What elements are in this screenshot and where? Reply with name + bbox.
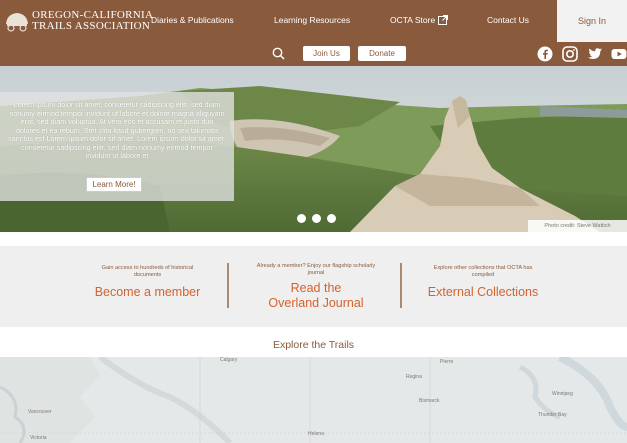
hero-carousel: Lorem ipsum dolor sit amet, consetetur s… bbox=[0, 66, 627, 232]
nav-learning-resources[interactable]: Learning Resources bbox=[274, 15, 350, 25]
youtube-icon[interactable] bbox=[611, 46, 627, 62]
logo-line-2: TRAILS ASSOCIATION bbox=[32, 20, 151, 32]
explore-trails-heading: Explore the Trails bbox=[272, 339, 355, 351]
top-bar: OREGON-CALIFORNIA TRAILS ASSOCIATION Dia… bbox=[0, 0, 627, 66]
map-label: Vancouver bbox=[28, 409, 52, 415]
twitter-icon[interactable] bbox=[587, 46, 603, 62]
learn-more-button[interactable]: Learn More! bbox=[86, 177, 142, 192]
nav-contact-us[interactable]: Contact Us bbox=[487, 15, 529, 25]
become-member-link[interactable]: Become a member bbox=[70, 285, 225, 300]
map-label: Helena bbox=[308, 431, 324, 437]
map-label: Victoria bbox=[30, 435, 47, 441]
collections-promo: Explore other collections that OCTA has … bbox=[408, 246, 558, 327]
membership-promo-text: Gain access to hundreds of historical do… bbox=[101, 265, 194, 278]
hero-caption-panel: Lorem ipsum dolor sit amet, consetetur s… bbox=[0, 92, 234, 201]
collections-promo-text: Explore other collections that OCTA has … bbox=[433, 265, 533, 278]
wagon-logo-icon bbox=[6, 13, 28, 32]
external-collections-link[interactable]: External Collections bbox=[408, 285, 558, 300]
carousel-dot-2[interactable] bbox=[312, 214, 321, 223]
membership-promo: Gain access to hundreds of historical do… bbox=[70, 246, 225, 327]
overland-journal-line-1: Read the bbox=[290, 281, 342, 295]
map-label: Pierre bbox=[440, 359, 454, 365]
external-link-icon bbox=[438, 15, 449, 25]
instagram-icon[interactable] bbox=[562, 46, 578, 62]
nav-diaries-publications[interactable]: Diaries & Publications bbox=[151, 15, 234, 25]
map-label: Winnipeg bbox=[552, 391, 573, 397]
nav-octa-store[interactable]: OCTA Store bbox=[390, 15, 449, 25]
facebook-icon[interactable] bbox=[537, 46, 553, 62]
overland-journal-line-2: Overland Journal bbox=[268, 296, 364, 310]
journal-promo: Already a member? Enjoy our flagship sch… bbox=[236, 246, 396, 327]
hero-description: Lorem ipsum dolor sit amet, consetetur s… bbox=[8, 100, 226, 160]
promo-section: Gain access to hundreds of historical do… bbox=[0, 246, 627, 327]
trails-map[interactable]: Calgary Regina Winnipeg Vancouver Victor… bbox=[0, 357, 627, 443]
map-label: Calgary bbox=[220, 357, 238, 363]
map-label: Thunder Bay bbox=[538, 412, 567, 418]
journal-promo-text: Already a member? Enjoy our flagship sch… bbox=[256, 263, 376, 276]
nav-octa-store-label: OCTA Store bbox=[390, 15, 436, 25]
map-label: Bismarck bbox=[419, 398, 440, 404]
promo-divider bbox=[227, 263, 229, 308]
donate-button[interactable]: Donate bbox=[358, 46, 406, 61]
search-icon[interactable] bbox=[272, 47, 285, 60]
map-label: Regina bbox=[406, 374, 422, 380]
join-us-button[interactable]: Join Us bbox=[303, 46, 350, 61]
carousel-dot-1[interactable] bbox=[297, 214, 306, 223]
overland-journal-link[interactable]: Read the Overland Journal bbox=[236, 281, 396, 311]
carousel-dot-3[interactable] bbox=[327, 214, 336, 223]
logo[interactable]: OREGON-CALIFORNIA TRAILS ASSOCIATION bbox=[4, 8, 153, 34]
sign-in-button[interactable]: Sign In bbox=[557, 0, 627, 42]
promo-divider bbox=[400, 263, 402, 308]
photo-credit: Photo credit: Steve Wattich bbox=[528, 220, 627, 232]
